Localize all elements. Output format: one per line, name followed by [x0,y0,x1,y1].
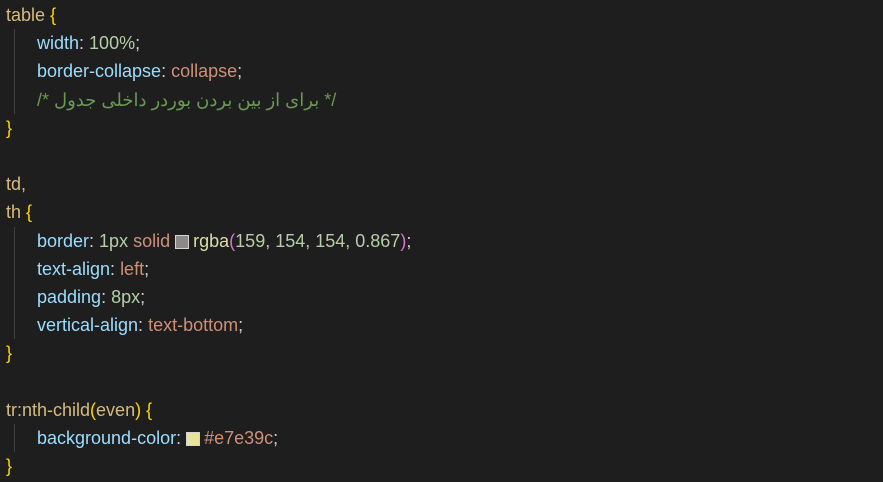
code-line-13: } [0,339,883,367]
semicolon: ; [238,315,244,336]
code-line-4: /* برای از بین بردن بوردر داخلی جدول */ [0,85,883,114]
selector-th: th [6,202,22,223]
colon: : [138,315,149,336]
open-brace: { [146,399,153,420]
close-paren: ) [135,399,142,420]
colon: : [176,427,187,448]
rgba-function: rgba [193,230,230,251]
property-text-align: text-align [37,258,111,279]
semicolon: ; [406,230,412,251]
code-line-16: background-color: #e7e39c; [0,423,883,453]
color-swatch-border[interactable] [175,234,190,249]
selector-table: table [6,5,46,25]
semicolon: ; [237,61,243,82]
property-border: border [37,230,90,251]
close-brace: } [6,343,13,364]
colon: : [161,61,172,82]
colon: : [110,258,121,279]
open-brace: { [50,5,57,25]
property-width: width [37,33,80,54]
code-line-15: tr:nth-child(even) { [0,396,883,424]
code-line-17: } [0,452,883,480]
code-line-8: th { [0,198,883,226]
property-padding: padding [37,286,102,307]
value-background-color: #e7e39c [204,427,274,448]
code-line-12: vertical-align: text-bottom; [0,311,883,340]
code-line-1: table { [0,1,883,29]
value-text-align: left [120,258,145,279]
semicolon: ; [273,427,279,448]
code-comment: /* برای از بین بردن بوردر داخلی جدول */ [37,89,337,110]
semicolon: ; [135,33,141,54]
value-width: 100% [89,33,136,54]
value-border-width: 1px [99,230,129,251]
nth-child-arg: even [96,399,136,420]
colon: : [101,286,112,307]
code-editor[interactable]: table { width: 100%; border-collapse: co… [0,0,883,482]
property-border-collapse: border-collapse [37,61,162,82]
selector-td: td, [6,174,27,195]
code-line-7: td, [0,170,883,198]
value-padding: 8px [111,286,141,307]
close-brace: } [6,117,13,138]
value-border-style: solid [133,230,171,251]
code-line-11: padding: 8px; [0,282,883,312]
color-swatch-background[interactable] [186,431,201,446]
property-vertical-align: vertical-align [37,315,139,336]
selector-tr-nth-child: tr:nth-child [6,399,91,420]
code-line-5: } [0,114,883,142]
open-brace: { [26,202,33,223]
code-line-3: border-collapse: collapse; [0,57,883,86]
value-border-collapse: collapse [171,61,238,82]
code-line-9: border: 1px solid rgba(159, 154, 154, 0.… [0,226,883,255]
colon: : [89,230,100,251]
rgba-args: 159, 154, 154, 0.867 [235,230,401,251]
semicolon: ; [140,286,146,307]
code-line-2: width: 100%; [0,29,883,58]
close-brace: } [6,456,13,476]
value-vertical-align: text-bottom [148,315,239,336]
colon: : [79,33,90,54]
code-line-10: text-align: left; [0,254,883,284]
property-background-color: background-color [37,427,177,448]
semicolon: ; [144,258,150,279]
